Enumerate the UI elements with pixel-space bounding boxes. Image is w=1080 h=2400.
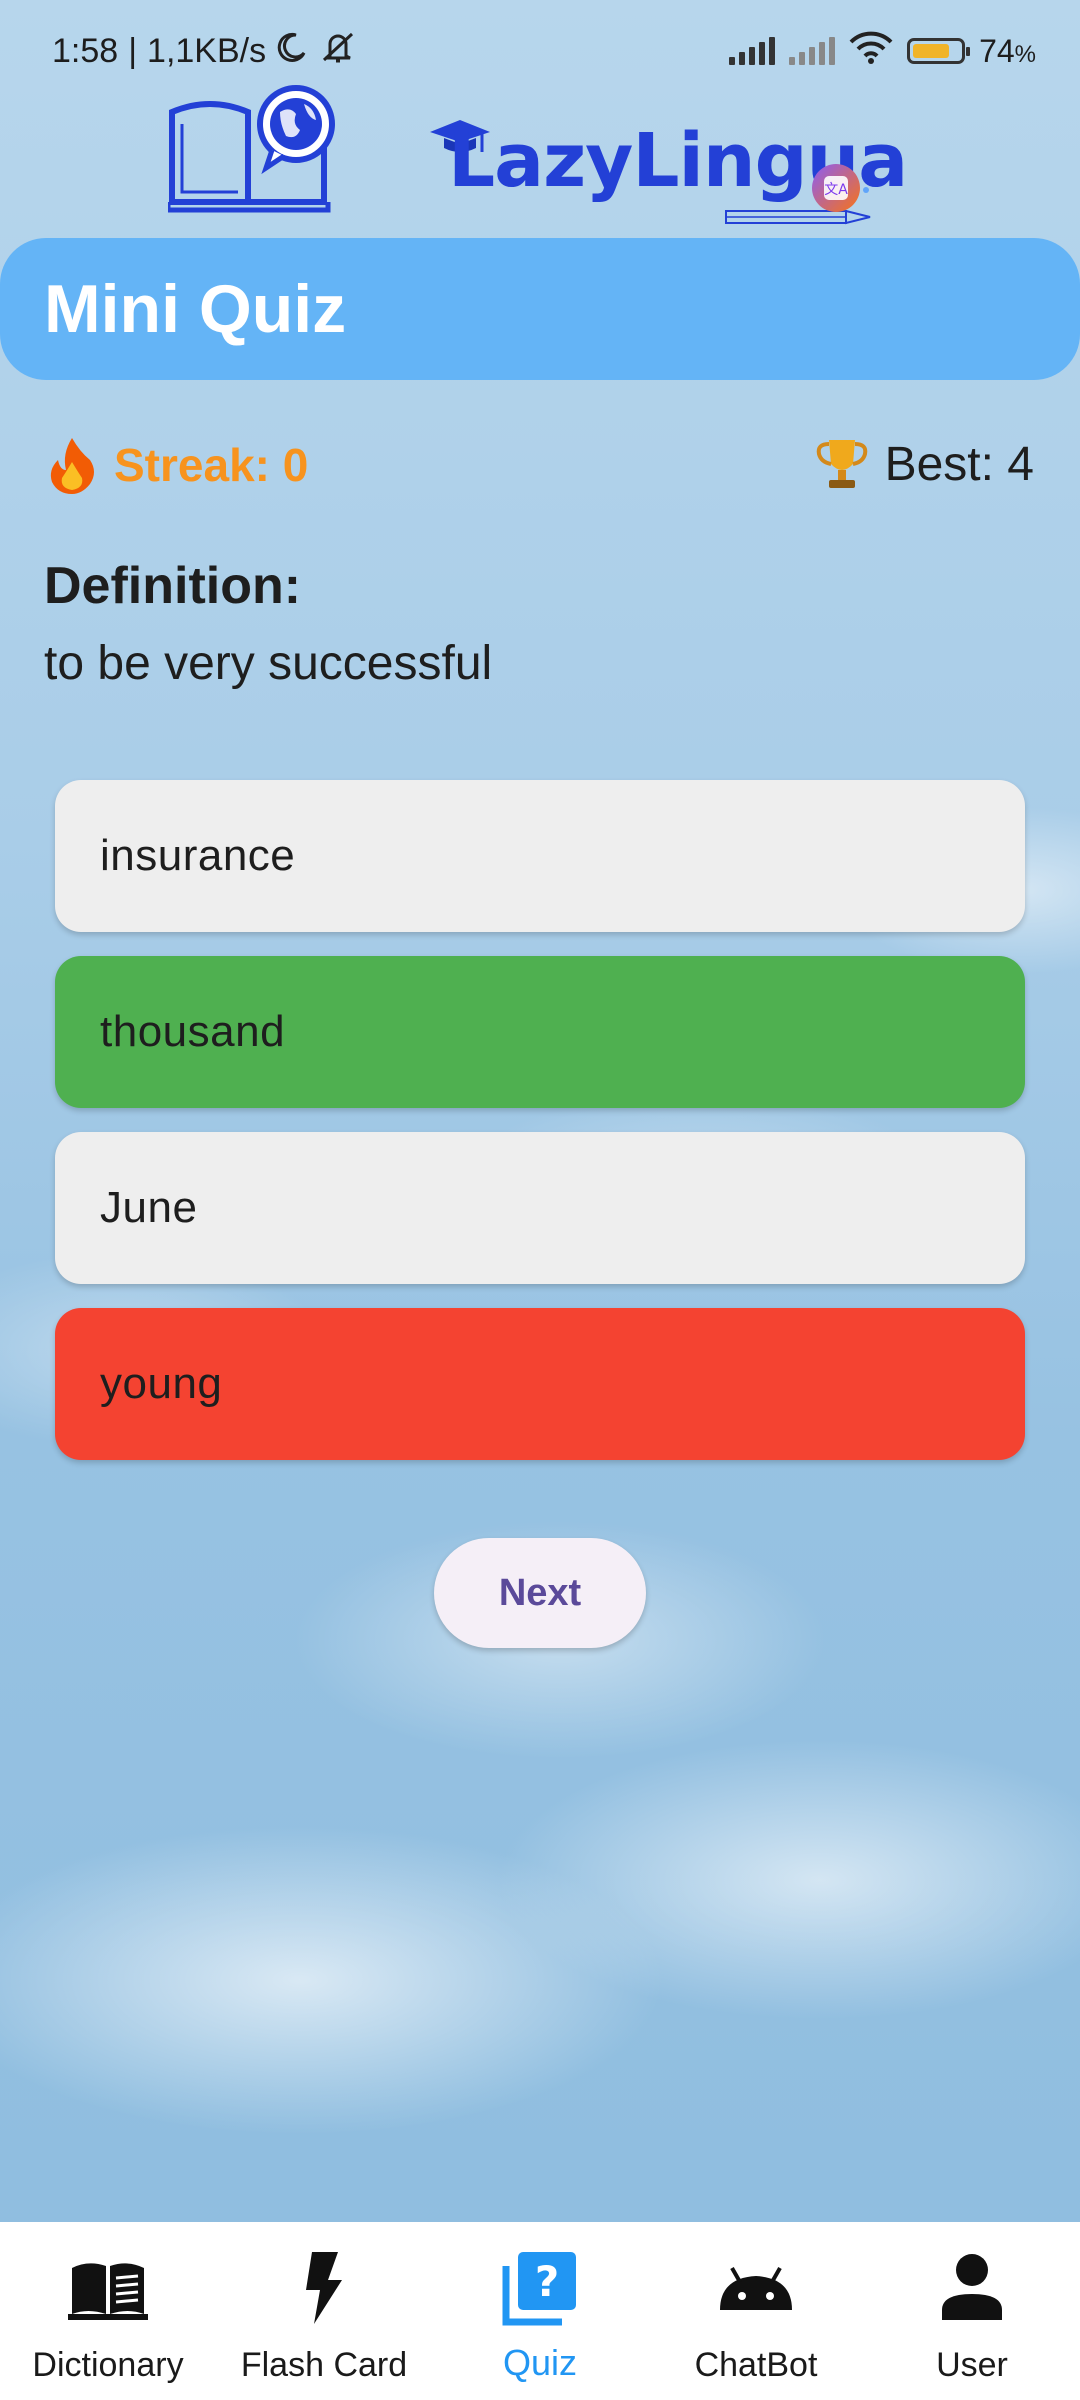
next-button[interactable]: Next [434,1538,646,1648]
status-left: 1:58 | 1,1KB/s [52,30,358,73]
quiz-icon: ? [502,2252,576,2326]
book-icon [68,2263,148,2320]
page-title: Mini Quiz [44,271,347,347]
battery-icon [907,38,971,64]
wifi-icon [849,30,893,72]
nav-item-chatbot[interactable]: ChatBot [648,2222,864,2400]
nav-item-dictionary[interactable]: Dictionary [0,2222,216,2400]
streak-display: Streak: 0 [46,436,308,494]
streak-label: Streak: 0 [114,439,309,491]
bottom-navigation: Dictionary Flash Card ? Quiz ChatBot Use… [0,2222,1080,2400]
signal-x-icon [789,37,836,65]
nav-label: Quiz [502,2342,578,2383]
status-right: 74% [729,30,1036,72]
svg-text:?: ? [535,2257,559,2306]
nav-label: User [936,2346,1008,2384]
answer-option-label: thousand [100,1007,286,1056]
mute-icon [318,30,358,73]
fire-icon [50,438,94,494]
answer-option-thousand[interactable]: thousand [55,956,1025,1108]
answer-option-label: June [100,1183,198,1232]
status-network-speed: 1,1KB/s [147,32,267,70]
nav-label: Flash Card [240,2346,408,2384]
best-label: Best: 4 [884,437,1034,491]
answer-option-insurance[interactable]: insurance [55,780,1025,932]
trophy-icon [816,440,867,488]
svg-text:文A: 文A [824,182,848,198]
answer-option-young[interactable]: young [55,1308,1025,1460]
user-icon [942,2254,1002,2320]
header-bar: Mini Quiz [0,238,1080,380]
best-display: Best: 4 [815,436,1034,492]
nav-item-flash-card[interactable]: Flash Card [216,2222,432,2400]
android-icon [720,2267,792,2310]
signal-icon [729,37,776,65]
answer-option-june[interactable]: June [55,1132,1025,1284]
nav-item-quiz[interactable]: ? Quiz [432,2222,648,2400]
translate-badge-icon: 文A [812,164,869,212]
status-separator: | [128,32,138,70]
book-globe-logo-icon [168,85,335,213]
answer-option-label: insurance [100,831,296,880]
app-logo: LazyLingua 文A [0,80,1080,230]
nav-item-user[interactable]: User [864,2222,1080,2400]
flash-icon [306,2252,342,2324]
status-time: 1:58 [52,32,119,70]
definition-text: to be very successful [44,637,493,690]
definition-label: Definition: [44,557,302,615]
moon-icon [276,31,308,72]
answer-option-label: young [100,1359,223,1408]
status-bar: 1:58 | 1,1KB/s 74% [0,0,1080,92]
battery-percent: 74% [979,32,1036,69]
nav-label: ChatBot [694,2346,818,2384]
nav-label: Dictionary [32,2346,184,2384]
